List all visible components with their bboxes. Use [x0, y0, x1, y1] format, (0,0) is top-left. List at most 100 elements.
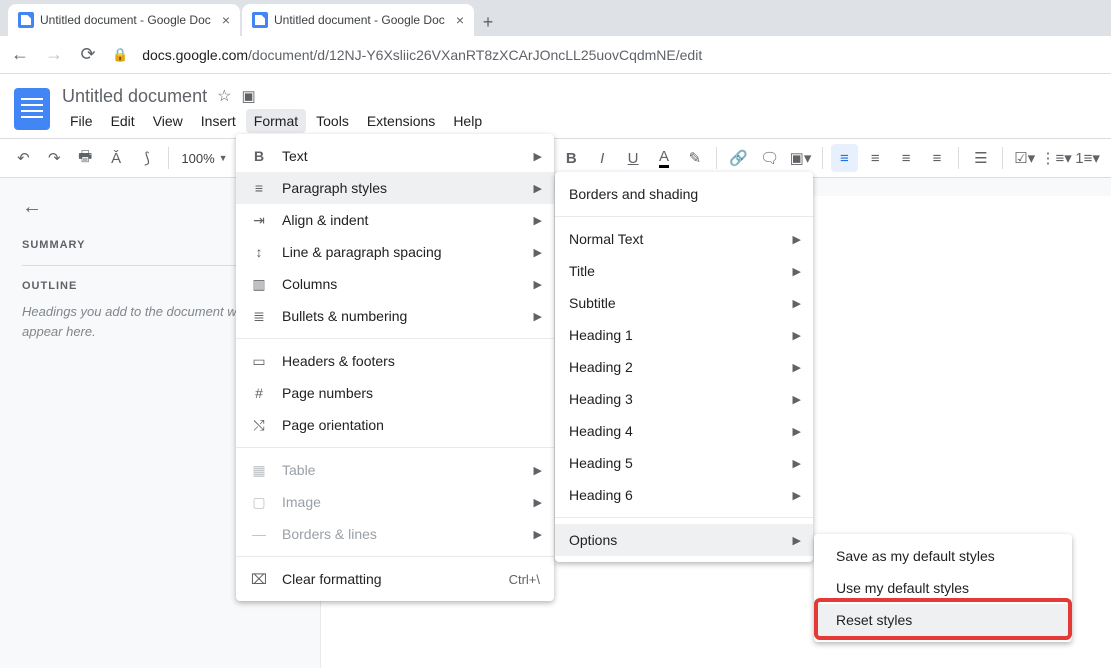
highlight-button[interactable]: ✎: [681, 144, 708, 172]
menu-edit[interactable]: Edit: [103, 109, 143, 133]
menu-reset-styles[interactable]: Reset styles: [814, 604, 1072, 636]
close-icon[interactable]: ×: [222, 12, 230, 28]
menu-file[interactable]: File: [62, 109, 101, 133]
menu-options[interactable]: Options▶: [555, 524, 813, 556]
shortcut-label: Ctrl+\: [509, 572, 540, 587]
close-icon[interactable]: ×: [456, 12, 464, 28]
chevron-right-icon: ▶: [793, 425, 801, 438]
checklist-button[interactable]: ☑▾: [1011, 144, 1038, 172]
menu-text[interactable]: BText▶: [236, 140, 554, 172]
italic-button[interactable]: I: [589, 144, 616, 172]
chevron-right-icon: ▶: [534, 150, 542, 163]
bold-icon: B: [250, 148, 268, 164]
menu-separator: [555, 517, 813, 518]
align-center-button[interactable]: ≡: [862, 144, 889, 172]
menu-heading-4[interactable]: Heading 4▶: [555, 415, 813, 447]
star-icon[interactable]: ☆: [217, 86, 231, 106]
back-button[interactable]: ←: [10, 44, 30, 65]
menu-help[interactable]: Help: [445, 109, 490, 133]
tab-title: Untitled document - Google Doc: [274, 13, 450, 27]
menu-separator: [236, 556, 554, 557]
spacing-icon: ↕: [250, 244, 268, 260]
address-bar[interactable]: docs.google.com/document/d/12NJ-Y6Xsliic…: [142, 47, 702, 63]
paragraph-styles-menu: Borders and shading Normal Text▶ Title▶ …: [555, 172, 813, 562]
tab-title: Untitled document - Google Doc: [40, 13, 216, 27]
chevron-right-icon: ▶: [793, 329, 801, 342]
chevron-right-icon: ▶: [534, 310, 542, 323]
menu-heading-3[interactable]: Heading 3▶: [555, 383, 813, 415]
menu-save-default-styles[interactable]: Save as my default styles: [814, 540, 1072, 572]
chevron-right-icon: ▶: [534, 496, 542, 509]
menu-line-spacing[interactable]: ↕Line & paragraph spacing▶: [236, 236, 554, 268]
new-tab-button[interactable]: +: [474, 8, 502, 36]
insert-link-button[interactable]: 🔗: [725, 144, 752, 172]
browser-tab-strip: Untitled document - Google Doc × Untitle…: [0, 0, 1111, 36]
menu-separator: [236, 338, 554, 339]
chevron-right-icon: ▶: [534, 278, 542, 291]
orientation-icon: ⤭: [250, 417, 268, 434]
menu-heading-5[interactable]: Heading 5▶: [555, 447, 813, 479]
menu-use-default-styles[interactable]: Use my default styles: [814, 572, 1072, 604]
add-comment-button[interactable]: 🗨: [756, 144, 783, 172]
menu-format[interactable]: Format: [246, 109, 306, 133]
menu-borders-shading[interactable]: Borders and shading: [555, 178, 813, 210]
menu-subtitle[interactable]: Subtitle▶: [555, 287, 813, 319]
menu-heading-1[interactable]: Heading 1▶: [555, 319, 813, 351]
document-title[interactable]: Untitled document: [62, 86, 207, 107]
paint-format-button[interactable]: ⟆: [134, 144, 161, 172]
undo-button[interactable]: ↶: [10, 144, 37, 172]
chevron-right-icon: ▶: [534, 464, 542, 477]
separator: [1002, 147, 1003, 169]
list-icon: ≣: [250, 308, 268, 325]
menu-extensions[interactable]: Extensions: [359, 109, 443, 133]
menu-page-orientation[interactable]: ⤭Page orientation: [236, 409, 554, 441]
menu-normal-text[interactable]: Normal Text▶: [555, 223, 813, 255]
menu-heading-2[interactable]: Heading 2▶: [555, 351, 813, 383]
chevron-right-icon: ▶: [793, 297, 801, 310]
menu-clear-formatting[interactable]: ⌧Clear formattingCtrl+\: [236, 563, 554, 595]
underline-button[interactable]: U: [620, 144, 647, 172]
chevron-right-icon: ▶: [534, 246, 542, 259]
align-right-button[interactable]: ≡: [893, 144, 920, 172]
docs-logo-icon[interactable]: [14, 88, 50, 130]
menu-insert[interactable]: Insert: [193, 109, 244, 133]
browser-toolbar: ← → ⟳ 🔒 docs.google.com/document/d/12NJ-…: [0, 36, 1111, 74]
insert-image-button[interactable]: ▣▾: [787, 144, 814, 172]
menu-heading-6[interactable]: Heading 6▶: [555, 479, 813, 511]
lock-icon: 🔒: [112, 47, 128, 63]
align-justify-button[interactable]: ≡: [924, 144, 951, 172]
numbered-list-button[interactable]: 1≡▾: [1074, 144, 1101, 172]
separator: [168, 147, 169, 169]
bulleted-list-button[interactable]: ⋮≡▾: [1042, 144, 1070, 172]
menu-view[interactable]: View: [145, 109, 191, 133]
text-color-button[interactable]: A: [651, 144, 678, 172]
browser-tab-2[interactable]: Untitled document - Google Doc ×: [242, 4, 474, 36]
print-button[interactable]: 🖶: [72, 144, 99, 172]
menu-title[interactable]: Title▶: [555, 255, 813, 287]
bold-button[interactable]: B: [558, 144, 585, 172]
spellcheck-button[interactable]: Ǎ: [103, 144, 130, 172]
zoom-select[interactable]: 100% ▼: [177, 151, 231, 166]
paragraph-options-menu: Save as my default styles Use my default…: [814, 534, 1072, 642]
browser-tab-1[interactable]: Untitled document - Google Doc ×: [8, 4, 240, 36]
menu-headers-footers[interactable]: ▭Headers & footers: [236, 345, 554, 377]
chevron-right-icon: ▶: [793, 393, 801, 406]
align-left-button[interactable]: ≡: [831, 144, 858, 172]
menu-bullets-numbering[interactable]: ≣Bullets & numbering▶: [236, 300, 554, 332]
move-icon[interactable]: ▣: [241, 87, 255, 105]
menu-page-numbers[interactable]: #Page numbers: [236, 377, 554, 409]
menu-tools[interactable]: Tools: [308, 109, 357, 133]
columns-icon: ▥: [250, 276, 268, 293]
line-spacing-button[interactable]: ☰: [967, 144, 994, 172]
menu-align-indent[interactable]: ⇥Align & indent▶: [236, 204, 554, 236]
menu-paragraph-styles[interactable]: ≡Paragraph styles▶: [236, 172, 554, 204]
chevron-right-icon: ▶: [793, 457, 801, 470]
separator: [958, 147, 959, 169]
redo-button[interactable]: ↷: [41, 144, 68, 172]
menu-table: ▦Table▶: [236, 454, 554, 486]
menu-columns[interactable]: ▥Columns▶: [236, 268, 554, 300]
chevron-right-icon: ▶: [534, 528, 542, 541]
reload-button[interactable]: ⟳: [78, 44, 98, 65]
chevron-right-icon: ▶: [793, 534, 801, 547]
clear-icon: ⌧: [250, 571, 268, 588]
